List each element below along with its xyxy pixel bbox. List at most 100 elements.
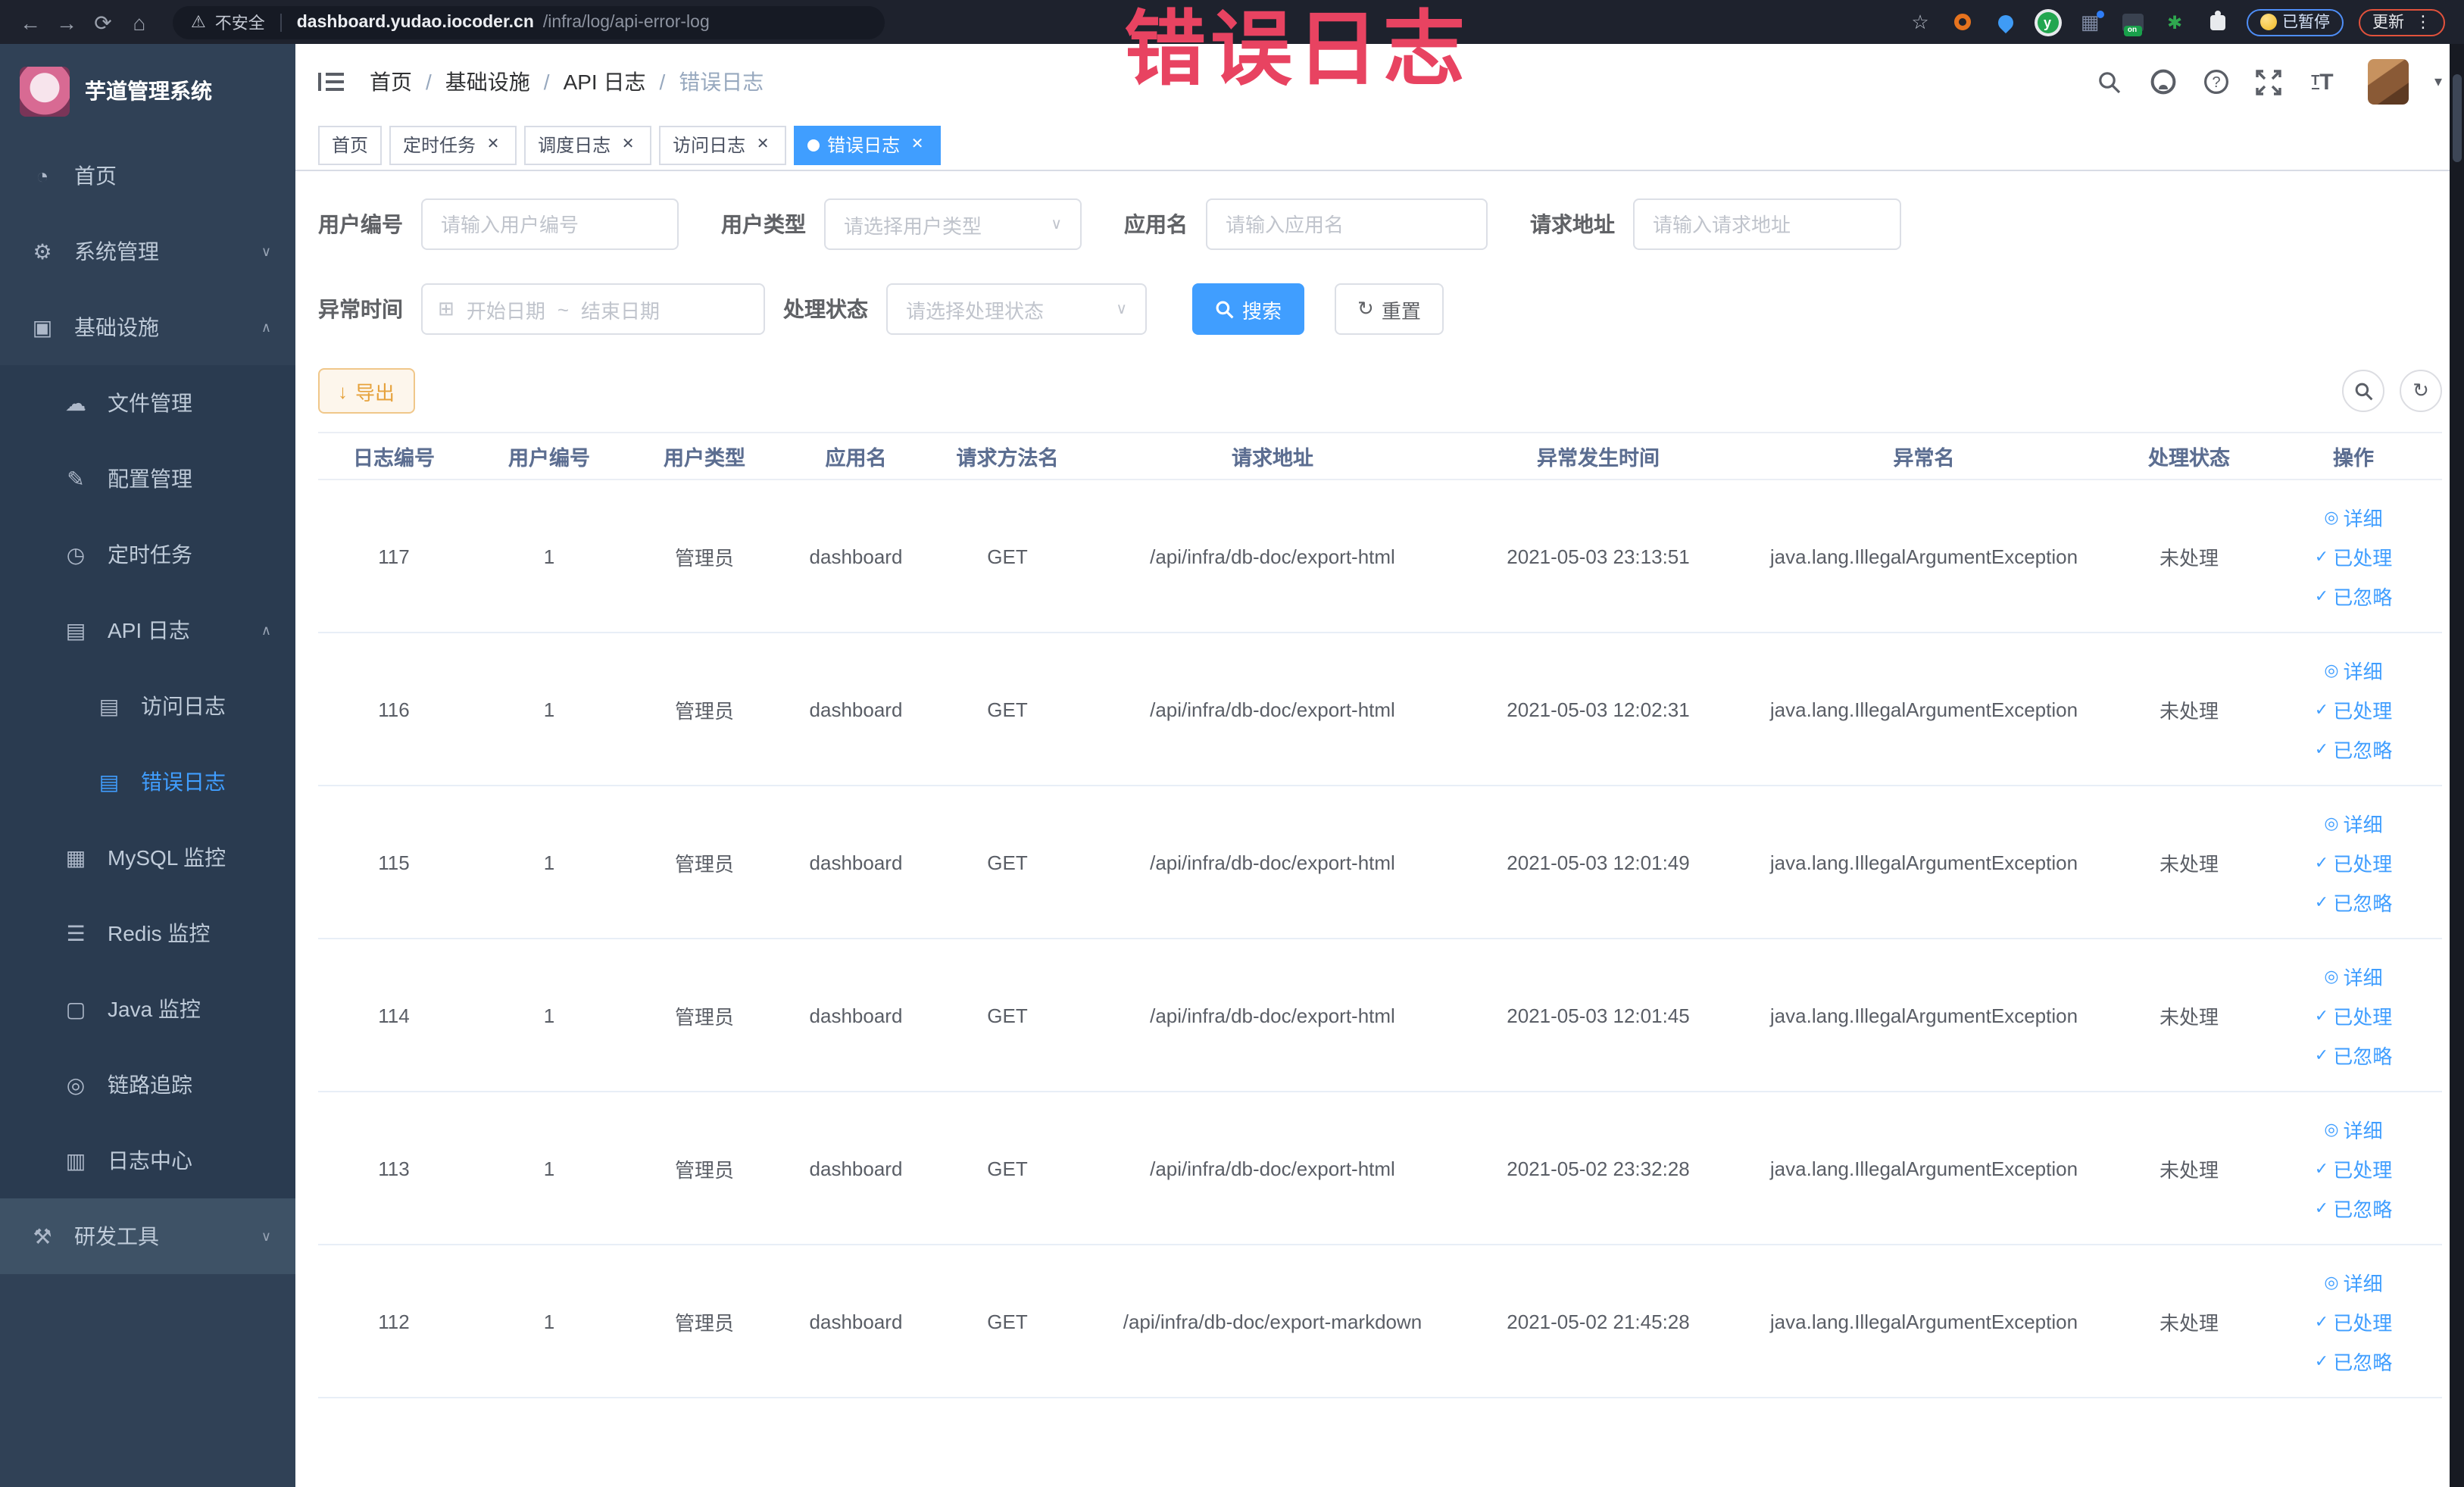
reset-button[interactable]: ↻ 重置 <box>1335 283 1444 335</box>
github-icon[interactable] <box>2150 68 2177 95</box>
ignored-link[interactable]: ✓ 已忽略 <box>2315 1040 2392 1069</box>
user-type-select[interactable]: 请选择用户类型 ∨ <box>824 198 1082 250</box>
doc-icon: ▤ <box>98 693 120 717</box>
processed-link[interactable]: ✓ 已处理 <box>2315 1307 2392 1335</box>
sidebar-item-home[interactable]: ◔ 首页 <box>0 138 295 214</box>
reload-icon[interactable]: ⟳ <box>88 7 118 37</box>
close-icon[interactable]: ✕ <box>907 135 927 155</box>
home-icon[interactable]: ⌂ <box>124 7 155 37</box>
font-size-icon[interactable]: TT <box>2309 68 2336 95</box>
ignored-link[interactable]: ✓ 已忽略 <box>2315 734 2392 763</box>
process-status-select[interactable]: 请选择处理状态 ∨ <box>886 283 1147 335</box>
app-name-label: 应用名 <box>1124 212 1188 236</box>
processed-link[interactable]: ✓ 已处理 <box>2315 695 2392 723</box>
user-id-input[interactable] <box>421 198 679 250</box>
scrollbar-thumb[interactable] <box>2453 74 2462 162</box>
app-logo-row[interactable]: 芋道管理系统 <box>0 44 295 138</box>
tab-error-log[interactable]: 错误日志 ✕ <box>794 125 942 164</box>
toggle-search-button[interactable] <box>2342 370 2384 412</box>
request-url-input[interactable] <box>1633 198 1901 250</box>
processed-link[interactable]: ✓ 已处理 <box>2315 1001 2392 1029</box>
extension-leaf-icon[interactable]: ✱ <box>2161 8 2188 36</box>
eye-icon: ◎ <box>2324 1273 2339 1292</box>
sidebar-item-error-log[interactable]: ▤ 错误日志 <box>0 744 295 820</box>
processed-link[interactable]: ✓ 已处理 <box>2315 848 2392 876</box>
user-id-label: 用户编号 <box>318 212 403 236</box>
sidebar-item-log-center[interactable]: ▥ 日志中心 <box>0 1123 295 1198</box>
table-row: 115 1 管理员 dashboard GET /api/infra/db-do… <box>318 786 2442 939</box>
sidebar-item-api-log[interactable]: ▤ API 日志 ∧ <box>0 592 295 668</box>
sidebar-item-scheduled-tasks[interactable]: ◷ 定时任务 <box>0 517 295 592</box>
sidebar-item-redis-monitor[interactable]: ☰ Redis 监控 <box>0 895 295 971</box>
extension-blue-drop-icon[interactable] <box>1991 8 2019 36</box>
refresh-table-button[interactable]: ↻ <box>2400 370 2442 412</box>
address-bar[interactable]: ⚠ 不安全 dashboard.yudao.iocoder.cn/infra/l… <box>173 5 885 39</box>
detail-link[interactable]: ◎ 详细 <box>2324 961 2382 990</box>
check-icon: ✓ <box>2314 1199 2329 1217</box>
extension-switch-on-icon[interactable] <box>2119 8 2146 36</box>
ignored-link[interactable]: ✓ 已忽略 <box>2315 1346 2392 1375</box>
detail-link[interactable]: ◎ 详细 <box>2324 1114 2382 1143</box>
check-icon: ✓ <box>2314 1352 2329 1370</box>
fullscreen-icon[interactable] <box>2256 68 2283 95</box>
tab-schedule-log[interactable]: 调度日志 ✕ <box>524 125 652 164</box>
processed-link[interactable]: ✓ 已处理 <box>2315 542 2392 570</box>
eye-icon: ◎ <box>2324 967 2339 986</box>
bookmark-star-icon[interactable]: ☆ <box>1907 8 1934 36</box>
ignored-link[interactable]: ✓ 已忽略 <box>2315 887 2392 916</box>
update-button[interactable]: 更新 ⋮ <box>2359 8 2445 36</box>
table-row: 114 1 管理员 dashboard GET /api/infra/db-do… <box>318 939 2442 1092</box>
tab-home[interactable]: 首页 <box>318 125 383 164</box>
sidebar-toggle-icon[interactable] <box>318 68 345 95</box>
detail-link[interactable]: ◎ 详细 <box>2324 502 2382 531</box>
sidebar-item-dev-tools[interactable]: ⚒ 研发工具 ∨ <box>0 1198 295 1274</box>
url-path: /infra/log/api-error-log <box>542 13 710 31</box>
detail-link[interactable]: ◎ 详细 <box>2324 808 2382 837</box>
monitor-icon: ▣ <box>32 314 53 339</box>
avatar-caret-icon[interactable]: ▾ <box>2434 73 2442 90</box>
ignored-link[interactable]: ✓ 已忽略 <box>2315 1193 2392 1222</box>
app-name-input[interactable] <box>1206 198 1488 250</box>
sidebar-item-infrastructure[interactable]: ▣ 基础设施 ∧ <box>0 289 295 365</box>
chevron-down-icon: ∨ <box>261 1228 271 1243</box>
ignored-link[interactable]: ✓ 已忽略 <box>2315 581 2392 610</box>
detail-link[interactable]: ◎ 详细 <box>2324 655 2382 684</box>
screen-icon: ▢ <box>65 996 86 1020</box>
breadcrumb-api-log[interactable]: API 日志 <box>564 67 646 97</box>
svg-text:?: ? <box>2212 74 2220 91</box>
forward-icon[interactable]: → <box>52 7 82 37</box>
breadcrumb-infrastructure[interactable]: 基础设施 <box>445 67 530 97</box>
sidebar-item-access-log[interactable]: ▤ 访问日志 <box>0 668 295 744</box>
sidebar-item-tracing[interactable]: ◎ 链路追踪 <box>0 1047 295 1123</box>
tab-scheduled-tasks[interactable]: 定时任务 ✕ <box>389 125 517 164</box>
tab-access-log[interactable]: 访问日志 ✕ <box>659 125 787 164</box>
close-icon[interactable]: ✕ <box>618 135 638 155</box>
extension-grid-icon[interactable]: ▦ <box>2076 8 2103 36</box>
help-icon[interactable]: ? <box>2203 68 2230 95</box>
detail-link[interactable]: ◎ 详细 <box>2324 1267 2382 1296</box>
search-button[interactable]: 搜索 <box>1192 283 1305 335</box>
sidebar-item-file-mgmt[interactable]: ☁ 文件管理 <box>0 365 295 441</box>
extensions-puzzle-icon[interactable] <box>2203 8 2231 36</box>
extension-orange-icon[interactable] <box>1949 8 1976 36</box>
user-avatar[interactable] <box>2367 59 2409 105</box>
browser-menu-icon[interactable]: ⋮ <box>2415 12 2431 32</box>
gear-icon: ⚙ <box>33 239 52 263</box>
window-scrollbar[interactable] <box>2450 44 2464 1487</box>
exception-time-range-picker[interactable]: ⊞ 开始日期 ~ 结束日期 <box>421 283 765 335</box>
search-icon[interactable] <box>2097 68 2124 95</box>
extension-green-y-icon[interactable]: y <box>2034 8 2061 36</box>
close-icon[interactable]: ✕ <box>483 135 503 155</box>
paused-badge[interactable]: 已暂停 <box>2246 8 2344 36</box>
refresh-icon: ↻ <box>2412 379 2429 401</box>
sidebar-item-mysql-monitor[interactable]: ▦ MySQL 监控 <box>0 820 295 895</box>
sidebar-item-system-mgmt[interactable]: ⚙ 系统管理 ∨ <box>0 214 295 289</box>
sidebar-item-config-mgmt[interactable]: ✎ 配置管理 <box>0 441 295 517</box>
sidebar-item-java-monitor[interactable]: ▢ Java 监控 <box>0 971 295 1047</box>
breadcrumb-home[interactable]: 首页 <box>370 67 412 97</box>
back-icon[interactable]: ← <box>15 7 45 37</box>
export-button[interactable]: ↓ 导出 <box>318 368 415 414</box>
table-row: 112 1 管理员 dashboard GET /api/infra/db-do… <box>318 1245 2442 1398</box>
close-icon[interactable]: ✕ <box>753 135 773 155</box>
processed-link[interactable]: ✓ 已处理 <box>2315 1154 2392 1182</box>
